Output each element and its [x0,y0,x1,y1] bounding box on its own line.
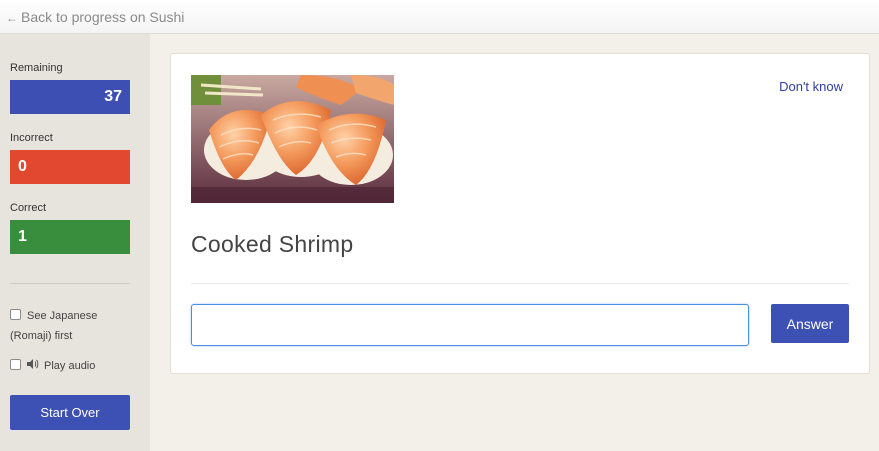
back-link-label: Back to progress on Sushi [21,9,185,25]
start-over-button[interactable]: Start Over [10,395,130,430]
speaker-icon [27,356,39,376]
correct-label: Correct [10,202,47,214]
dont-know-link[interactable]: Don't know [779,79,843,94]
sushi-photo [191,75,394,203]
back-arrow-icon: ← [6,11,18,25]
play-audio-option[interactable]: Play audio [10,356,95,376]
sidebar-divider [10,283,130,284]
answer-input[interactable] [191,304,749,346]
question-prompt: Cooked Shrimp [191,231,354,257]
play-audio-checkbox[interactable] [10,359,21,370]
see-japanese-label-line2: (Romaji) first [10,330,73,342]
see-japanese-option[interactable]: See Japanese [10,306,97,326]
correct-count: 1 [10,220,130,254]
sidebar: Remaining 37 Incorrect 0 Correct 1 See J… [0,34,150,451]
see-japanese-checkbox[interactable] [10,309,21,320]
remaining-count: 37 [10,80,130,114]
incorrect-count: 0 [10,150,130,184]
incorrect-label: Incorrect [10,132,53,144]
remaining-label: Remaining [10,62,63,74]
answer-button[interactable]: Answer [771,304,849,343]
play-audio-label: Play audio [44,360,96,372]
see-japanese-label-line1: See Japanese [27,310,98,322]
back-to-progress-link[interactable]: ← Back to progress on Sushi [6,9,184,25]
card-divider [191,283,849,284]
question-card: Don't know Cooked Shrimp Answer [170,53,870,374]
top-bar: ← Back to progress on Sushi [0,0,879,34]
